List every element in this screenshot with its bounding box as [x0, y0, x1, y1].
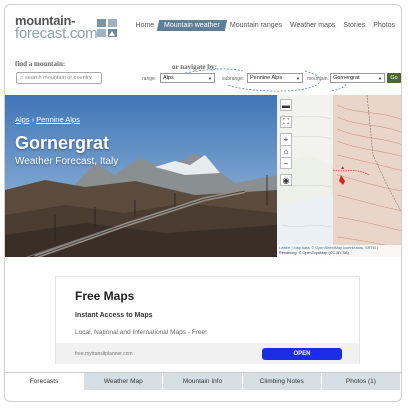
tab-photos[interactable]: Photos (1) — [321, 373, 401, 390]
hero-photo: Alps › Pennine Alps Gornergrat Weather For… — [5, 95, 277, 257]
search-icon: ⌕ — [20, 74, 24, 81]
chevron-down-icon: ▼ — [296, 75, 300, 81]
page-title: Gornergrat — [15, 133, 110, 153]
breadcrumb-separator: › — [31, 115, 35, 124]
mountain-label: mountain: — [307, 76, 329, 82]
find-mountain-label: find a mountain: — [15, 60, 66, 68]
ad-headline: Instant Access to Maps — [75, 312, 153, 319]
chevron-down-icon: ▼ — [378, 75, 382, 81]
advertisement[interactable]: Free Maps Instant Access to Maps Local, … — [55, 276, 360, 364]
tab-bar: Forecasts Weather Map Mountain Info Clim… — [5, 372, 401, 390]
ad-description: Local, National and International Maps -… — [75, 329, 207, 336]
subrange-select[interactable]: Pennine Alps ▼ — [247, 73, 303, 83]
tab-forecasts[interactable]: Forecasts — [5, 373, 85, 390]
map-attribution-line2: Rendering: © OpenTopoMap (CC-BY-SA) — [279, 251, 349, 255]
tab-weather-map[interactable]: Weather Map — [84, 373, 164, 390]
ad-title: Free Maps — [75, 289, 135, 303]
map-controls: ▬ ⛶ + ⌂ − ◉ — [280, 99, 292, 191]
logo-line2: forecast.com — [15, 25, 98, 42]
site-logo[interactable]: mountain- forecast.com — [15, 13, 125, 43]
fullscreen-icon: ⛶ — [283, 117, 289, 126]
search-placeholder: search mountain or country — [25, 75, 92, 81]
page-subtitle: Weather Forecast, Italy — [15, 156, 119, 167]
tab-mountain-info[interactable]: Mountain Info — [163, 373, 243, 390]
topo-map-tiles: ⛰ — [277, 95, 401, 257]
tab-climbing-notes[interactable]: Climbing Notes — [242, 373, 322, 390]
chevron-down-icon: ▼ — [208, 75, 212, 81]
breadcrumb: Alps › Pennine Alps — [15, 115, 80, 124]
zoom-out-button[interactable]: − — [280, 157, 292, 169]
nav-stories[interactable]: Stories — [339, 20, 369, 31]
subrange-label: subrange: — [222, 76, 245, 82]
fullscreen-button[interactable]: ⛶ — [280, 116, 292, 128]
nav-home[interactable]: Home — [132, 20, 159, 31]
map-layers-button[interactable]: ▬ — [280, 99, 292, 111]
zoom-in-button[interactable]: + — [280, 133, 292, 145]
folder-icon: ▬ — [282, 100, 290, 110]
nav-mountain-weather[interactable]: Mountain weather — [157, 20, 228, 31]
range-value: Alps — [163, 75, 174, 81]
range-select[interactable]: Alps ▼ — [160, 73, 215, 83]
logo-mountain-icon — [97, 19, 117, 37]
plus-icon: + — [283, 135, 289, 144]
home-view-button[interactable]: ⌂ — [280, 145, 292, 157]
nav-photos[interactable]: Photos — [369, 20, 399, 31]
topo-map[interactable]: ⛰ ▬ ⛶ + ⌂ − ◉ Leaflet | Map data: © Open… — [277, 95, 401, 257]
find-bar: find a mountain: ⌕ search mountain or co… — [5, 57, 401, 93]
locate-icon: ◉ — [282, 175, 290, 185]
ad-url: free.mytransitplanner.com — [75, 351, 133, 357]
ad-open-button[interactable]: OPEN — [262, 348, 342, 360]
page: mountain- forecast.com Home Mountain wea… — [4, 4, 402, 402]
range-label: range: — [142, 76, 157, 82]
locate-button[interactable]: ◉ — [280, 174, 292, 186]
ad-footer: free.mytransitplanner.com OPEN — [56, 343, 359, 364]
subrange-value: Pennine Alps — [250, 75, 283, 81]
search-input[interactable]: ⌕ search mountain or country — [16, 72, 102, 84]
mountain-select[interactable]: Gornergrat ▼ — [330, 73, 385, 83]
nav-mountain-ranges[interactable]: Mountain ranges — [226, 20, 286, 31]
mountain-value: Gornergrat — [333, 75, 360, 81]
breadcrumb-alps[interactable]: Alps — [15, 115, 30, 124]
header: mountain- forecast.com Home Mountain wea… — [5, 5, 401, 55]
map-attribution: Leaflet | Map data: © OpenStreetMap cont… — [277, 245, 401, 257]
nav-weather-maps[interactable]: Weather maps — [286, 20, 339, 31]
home-icon: ⌂ — [283, 147, 289, 156]
minus-icon: − — [283, 158, 289, 168]
breadcrumb-pennine-alps[interactable]: Pennine Alps — [36, 115, 80, 124]
main-nav: Home Mountain weather Mountain ranges We… — [132, 20, 399, 31]
go-button[interactable]: Go — [387, 73, 401, 83]
